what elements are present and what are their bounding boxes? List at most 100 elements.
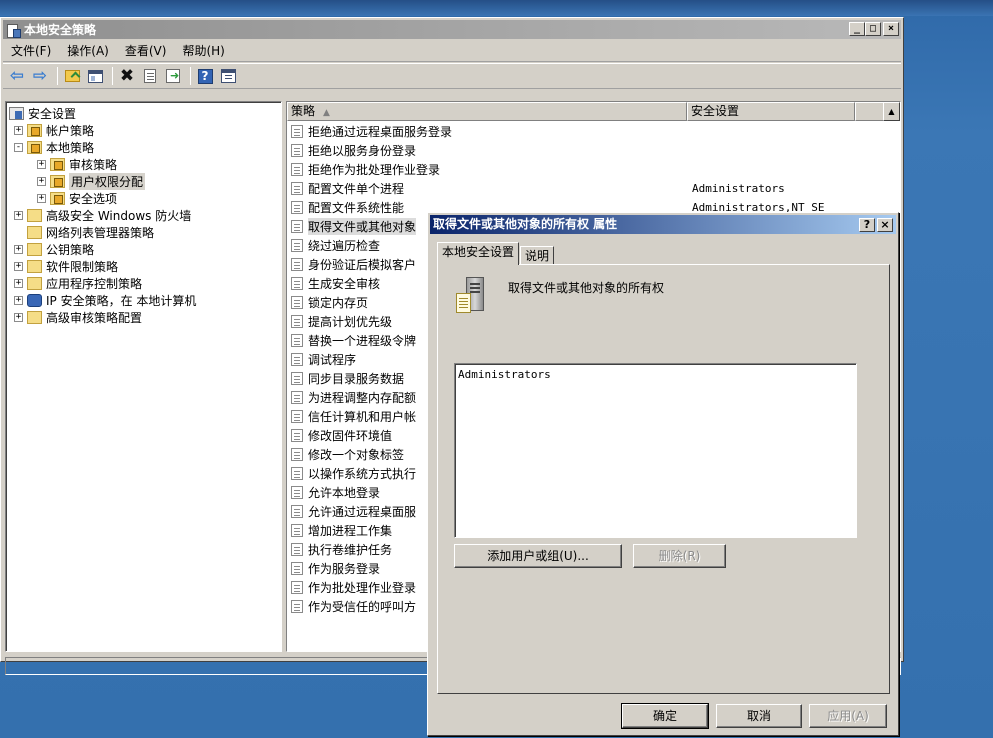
policy-row[interactable]: 取得文件或其他对象: [291, 218, 417, 235]
tree-item-user-rights-assignment[interactable]: + 用户权限分配: [37, 172, 146, 190]
policy-item-icon: [291, 448, 303, 461]
properties-dialog: 取得文件或其他对象的所有权 属性 ? × 本地安全设置 说明 取得文件或其他对象…: [427, 212, 899, 736]
close-button[interactable]: ×: [883, 22, 899, 36]
policy-row[interactable]: 增加进程工作集: [291, 522, 392, 539]
dialog-titlebar[interactable]: 取得文件或其他对象的所有权 属性 ? ×: [430, 215, 896, 234]
expand-icon[interactable]: +: [37, 159, 46, 169]
properties-icon[interactable]: [140, 66, 160, 86]
expand-icon[interactable]: +: [14, 278, 23, 288]
column-header-policy[interactable]: 策略 ▲: [287, 102, 687, 121]
tree-item-advanced-audit[interactable]: + 高级审核策略配置: [14, 309, 142, 325]
collapse-icon[interactable]: -: [14, 142, 23, 152]
tree-item-public-key-policies[interactable]: + 公钥策略: [14, 241, 94, 257]
tab-local-security-setting[interactable]: 本地安全设置: [437, 242, 520, 265]
policy-row[interactable]: 替换一个进程级令牌: [291, 332, 416, 349]
delete-icon[interactable]: ✖: [117, 66, 137, 86]
policy-row[interactable]: 以操作系统方式执行: [291, 465, 416, 482]
policy-folder-icon: [50, 191, 65, 205]
policy-row[interactable]: 修改一个对象标签: [291, 446, 404, 463]
policy-row[interactable]: 调试程序: [291, 351, 356, 368]
expand-icon[interactable]: +: [37, 176, 46, 186]
expand-icon[interactable]: +: [14, 295, 23, 305]
add-user-or-group-button[interactable]: 添加用户或组(U)...: [454, 544, 622, 568]
ok-button[interactable]: 确定: [621, 703, 709, 729]
policy-row[interactable]: 拒绝以服务身份登录: [291, 142, 416, 159]
tree-item-account-policies[interactable]: + 帐户策略: [14, 122, 94, 138]
security-settings-icon: [9, 106, 24, 120]
folder-icon: [27, 208, 42, 222]
context-help-button[interactable]: ?: [859, 218, 875, 232]
scroll-up-arrow-icon[interactable]: ▲: [883, 102, 900, 121]
help-icon[interactable]: ?: [195, 66, 215, 86]
policy-row[interactable]: 提高计划优先级: [291, 313, 392, 330]
policy-item-icon: [291, 486, 303, 499]
policy-row[interactable]: 允许本地登录: [291, 484, 380, 501]
tree-item-security-options[interactable]: + 安全选项: [37, 190, 117, 206]
policy-row[interactable]: 配置文件系统性能: [291, 199, 404, 216]
column-header-label: 安全设置: [691, 104, 740, 118]
policy-row[interactable]: 作为批处理作业登录: [291, 579, 416, 596]
toolbar-separator: [112, 67, 113, 85]
tree-item-security-settings[interactable]: 安全设置: [9, 105, 76, 121]
member-item[interactable]: Administrators: [458, 368, 551, 381]
dialog-close-button[interactable]: ×: [877, 218, 893, 232]
policy-row[interactable]: 允许通过远程桌面服: [291, 503, 416, 520]
maximize-button[interactable]: □: [865, 22, 881, 36]
policy-row[interactable]: 生成安全审核: [291, 275, 380, 292]
cancel-button[interactable]: 取消: [716, 704, 802, 728]
policy-name: 作为受信任的呼叫方: [308, 600, 417, 614]
folder-icon: [27, 276, 42, 290]
dialog-tabs: 本地安全设置 说明: [437, 242, 555, 265]
policy-row[interactable]: 锁定内存页: [291, 294, 368, 311]
expand-icon[interactable]: +: [14, 125, 23, 135]
policy-row[interactable]: 作为服务登录: [291, 560, 380, 577]
forward-icon[interactable]: ⇨: [30, 66, 50, 86]
policy-row[interactable]: 修改固件环境值: [291, 427, 392, 444]
tree-item-software-restriction[interactable]: + 软件限制策略: [14, 258, 118, 274]
column-header-setting[interactable]: 安全设置: [687, 102, 855, 121]
up-folder-icon[interactable]: [62, 66, 82, 86]
tree-item-audit-policy[interactable]: + 审核策略: [37, 156, 117, 172]
show-hide-tree-icon[interactable]: [85, 66, 105, 86]
tree-item-network-list-manager[interactable]: 网络列表管理器策略: [27, 224, 154, 240]
dialog-title: 取得文件或其他对象的所有权 属性: [433, 217, 618, 231]
policy-item-icon: [291, 410, 303, 423]
back-icon[interactable]: ⇦: [7, 66, 27, 86]
folder-icon: [27, 259, 42, 273]
policy-name: 同步目录服务数据: [308, 372, 405, 386]
policy-row[interactable]: 信任计算机和用户帐: [291, 408, 416, 425]
policy-row[interactable]: 执行卷维护任务: [291, 541, 392, 558]
policy-row[interactable]: 作为受信任的呼叫方: [291, 598, 416, 615]
apply-button[interactable]: 应用(A): [809, 704, 887, 728]
expand-icon[interactable]: +: [14, 210, 23, 220]
tree-item-ip-security[interactable]: + IP 安全策略，在 本地计算机: [14, 292, 196, 308]
remove-button[interactable]: 删除(R): [633, 544, 726, 568]
policy-row[interactable]: 拒绝作为批处理作业登录: [291, 161, 440, 178]
expand-icon[interactable]: +: [37, 193, 46, 203]
minimize-button[interactable]: _: [849, 22, 865, 36]
menu-view[interactable]: 查看(V): [117, 42, 175, 59]
console-icon[interactable]: [218, 66, 238, 86]
menu-help[interactable]: 帮助(H): [174, 42, 232, 59]
tree-item-application-control[interactable]: + 应用程序控制策略: [14, 275, 142, 291]
policy-row[interactable]: 身份验证后模拟客户: [291, 256, 416, 273]
policy-row[interactable]: 绕过遍历检查: [291, 237, 380, 254]
policy-row[interactable]: 同步目录服务数据: [291, 370, 404, 387]
security-policy-icon: [6, 23, 21, 38]
expand-icon[interactable]: +: [14, 244, 23, 254]
policy-row[interactable]: 拒绝通过远程桌面服务登录: [291, 123, 452, 140]
menu-action[interactable]: 操作(A): [59, 42, 117, 59]
tree-pane[interactable]: 安全设置 + 帐户策略 - 本地策略 + 审核策略 + 用户权限分配 + 安全选…: [5, 101, 282, 652]
export-list-icon[interactable]: [163, 66, 183, 86]
policy-name: 拒绝作为批处理作业登录: [308, 163, 441, 177]
members-list[interactable]: Administrators: [454, 363, 857, 538]
policy-row[interactable]: 配置文件单个进程: [291, 180, 404, 197]
expand-icon[interactable]: +: [14, 312, 23, 322]
tree-item-local-policies[interactable]: - 本地策略: [14, 139, 94, 155]
main-titlebar[interactable]: 本地安全策略 _ □ ×: [3, 20, 901, 39]
tab-explain[interactable]: 说明: [520, 246, 555, 265]
menu-file[interactable]: 文件(F): [3, 42, 59, 59]
expand-icon[interactable]: +: [14, 261, 23, 271]
policy-row[interactable]: 为进程调整内存配额: [291, 389, 416, 406]
tree-item-windows-firewall[interactable]: + 高级安全 Windows 防火墙: [14, 207, 191, 223]
